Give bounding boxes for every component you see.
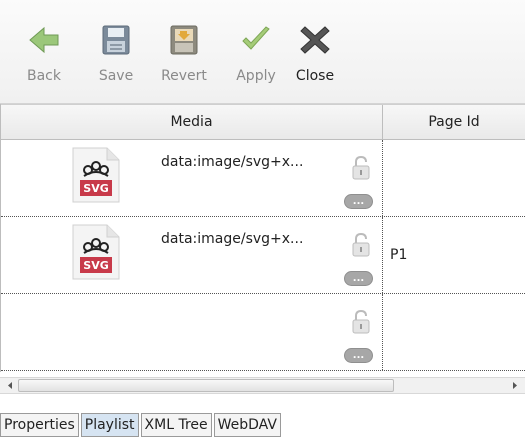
svg-file-icon: SVG (72, 147, 120, 203)
close-button-label: Close (295, 68, 335, 84)
bottom-tab-bar: Properties Playlist XML Tree WebDAV (0, 413, 283, 437)
media-table: Media Page Id SVG data:image/svg+x... ..… (0, 104, 525, 372)
save-button[interactable]: Save (90, 22, 142, 100)
revert-disk-icon (170, 25, 198, 55)
back-button[interactable]: Back (18, 22, 70, 100)
save-button-label: Save (98, 68, 134, 84)
more-options-button[interactable]: ... (344, 194, 373, 209)
apply-button-label: Apply (236, 68, 276, 84)
more-options-button[interactable]: ... (344, 348, 373, 363)
horizontal-scrollbar[interactable] (0, 377, 525, 394)
floppy-disk-icon (102, 25, 130, 55)
tab-webdav[interactable]: WebDAV (213, 413, 281, 437)
table-row[interactable]: SVG data:image/svg+x... ... (1, 140, 525, 217)
page-id-cell[interactable] (390, 140, 520, 216)
column-header-media[interactable]: Media (1, 105, 383, 140)
tab-xml-tree[interactable]: XML Tree (140, 413, 212, 437)
close-x-icon (300, 26, 330, 54)
page-id-cell[interactable] (390, 294, 520, 370)
scroll-right-arrow-icon[interactable] (507, 378, 523, 393)
close-button[interactable]: Close (289, 22, 341, 100)
table-header: Media Page Id (1, 104, 525, 140)
media-cell[interactable]: ... (1, 294, 383, 370)
media-cell[interactable]: SVG data:image/svg+x... ... (1, 217, 383, 293)
svg-text:...: ... (353, 273, 364, 284)
svg-badge-text: SVG (83, 259, 108, 272)
back-button-label: Back (27, 68, 61, 84)
back-arrow-icon (29, 26, 59, 54)
media-cell[interactable]: SVG data:image/svg+x... ... (1, 140, 383, 216)
checkmark-icon (242, 26, 270, 50)
svg-badge-text: SVG (83, 182, 108, 195)
svg-text:...: ... (353, 350, 364, 361)
revert-button[interactable]: Revert (158, 22, 210, 100)
more-options-button[interactable]: ... (344, 271, 373, 286)
tab-properties[interactable]: Properties (0, 413, 79, 437)
scroll-left-arrow-icon[interactable] (2, 378, 18, 393)
page-id-cell[interactable]: P1 (390, 217, 520, 293)
svg-file-icon: SVG (72, 224, 120, 280)
column-header-page-id[interactable]: Page Id (383, 105, 525, 140)
scrollbar-thumb[interactable] (18, 379, 394, 392)
unlock-icon[interactable] (352, 310, 370, 334)
unlock-icon[interactable] (352, 156, 370, 180)
table-row[interactable]: SVG data:image/svg+x... ... P1 (1, 217, 525, 294)
tab-playlist[interactable]: Playlist (80, 413, 139, 437)
media-url: data:image/svg+x... (161, 231, 304, 247)
table-body: SVG data:image/svg+x... ... SVG data:ima… (1, 140, 525, 371)
unlock-icon[interactable] (352, 233, 370, 257)
toolbar: Back Save Revert Apply Close (0, 0, 525, 104)
media-url: data:image/svg+x... (161, 154, 304, 170)
revert-button-label: Revert (161, 68, 207, 84)
svg-text:...: ... (353, 196, 364, 207)
apply-button[interactable]: Apply (230, 22, 282, 100)
table-row[interactable]: ... (1, 294, 525, 371)
